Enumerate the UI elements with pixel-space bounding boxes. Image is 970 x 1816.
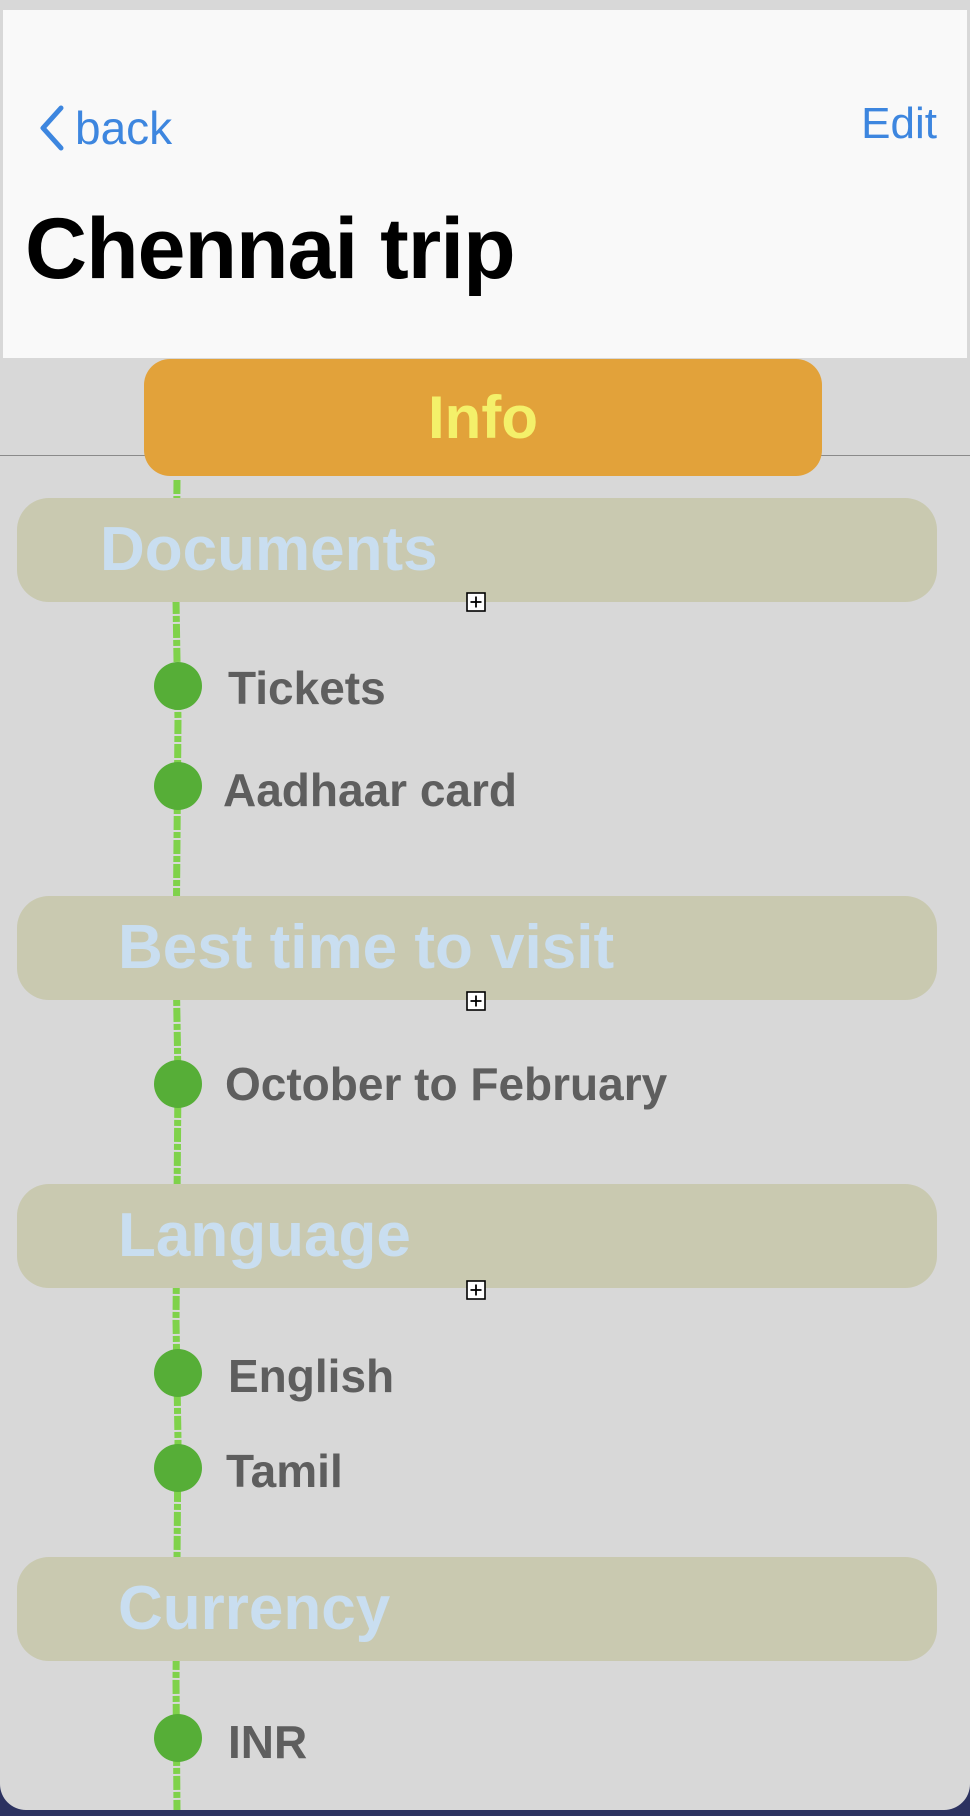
list-item[interactable]: English	[228, 1353, 394, 1399]
item-bullet	[154, 762, 202, 810]
back-label: back	[75, 102, 173, 154]
list-item[interactable]: Tamil	[226, 1448, 343, 1494]
list-item[interactable]: INR	[228, 1719, 307, 1765]
page-title: Chennai trip	[25, 201, 516, 297]
screen: back Edit Chennai trip Info Documents Ti…	[0, 0, 970, 1810]
item-bullet	[154, 1349, 202, 1397]
section-title: Documents	[100, 515, 438, 584]
chevron-left-icon	[39, 105, 65, 151]
status-strip	[0, 0, 970, 10]
item-bullet	[154, 1060, 202, 1108]
info-button[interactable]: Info	[144, 359, 822, 476]
plus-square-icon[interactable]	[466, 991, 486, 1011]
list-item[interactable]: Aadhaar card	[223, 767, 517, 813]
back-button[interactable]: back	[39, 98, 172, 158]
item-bullet	[154, 662, 202, 710]
section-title: Best time to visit	[118, 913, 615, 982]
plus-square-icon[interactable]	[466, 1280, 486, 1300]
section-header-documents[interactable]: Documents	[17, 498, 937, 602]
list-item[interactable]: Tickets	[228, 665, 386, 711]
item-bullet	[154, 1714, 202, 1762]
section-header-language[interactable]: Language	[17, 1184, 937, 1288]
section-title: Language	[118, 1201, 411, 1270]
section-header-best-time-to-visit[interactable]: Best time to visit	[17, 896, 937, 1000]
edit-button[interactable]: Edit	[861, 102, 937, 146]
item-bullet	[154, 1444, 202, 1492]
section-title: Currency	[118, 1574, 391, 1643]
navigation-header: back Edit Chennai trip	[3, 10, 967, 358]
section-header-currency[interactable]: Currency	[17, 1557, 937, 1661]
plus-square-icon[interactable]	[466, 592, 486, 612]
list-item[interactable]: October to February	[225, 1061, 667, 1107]
